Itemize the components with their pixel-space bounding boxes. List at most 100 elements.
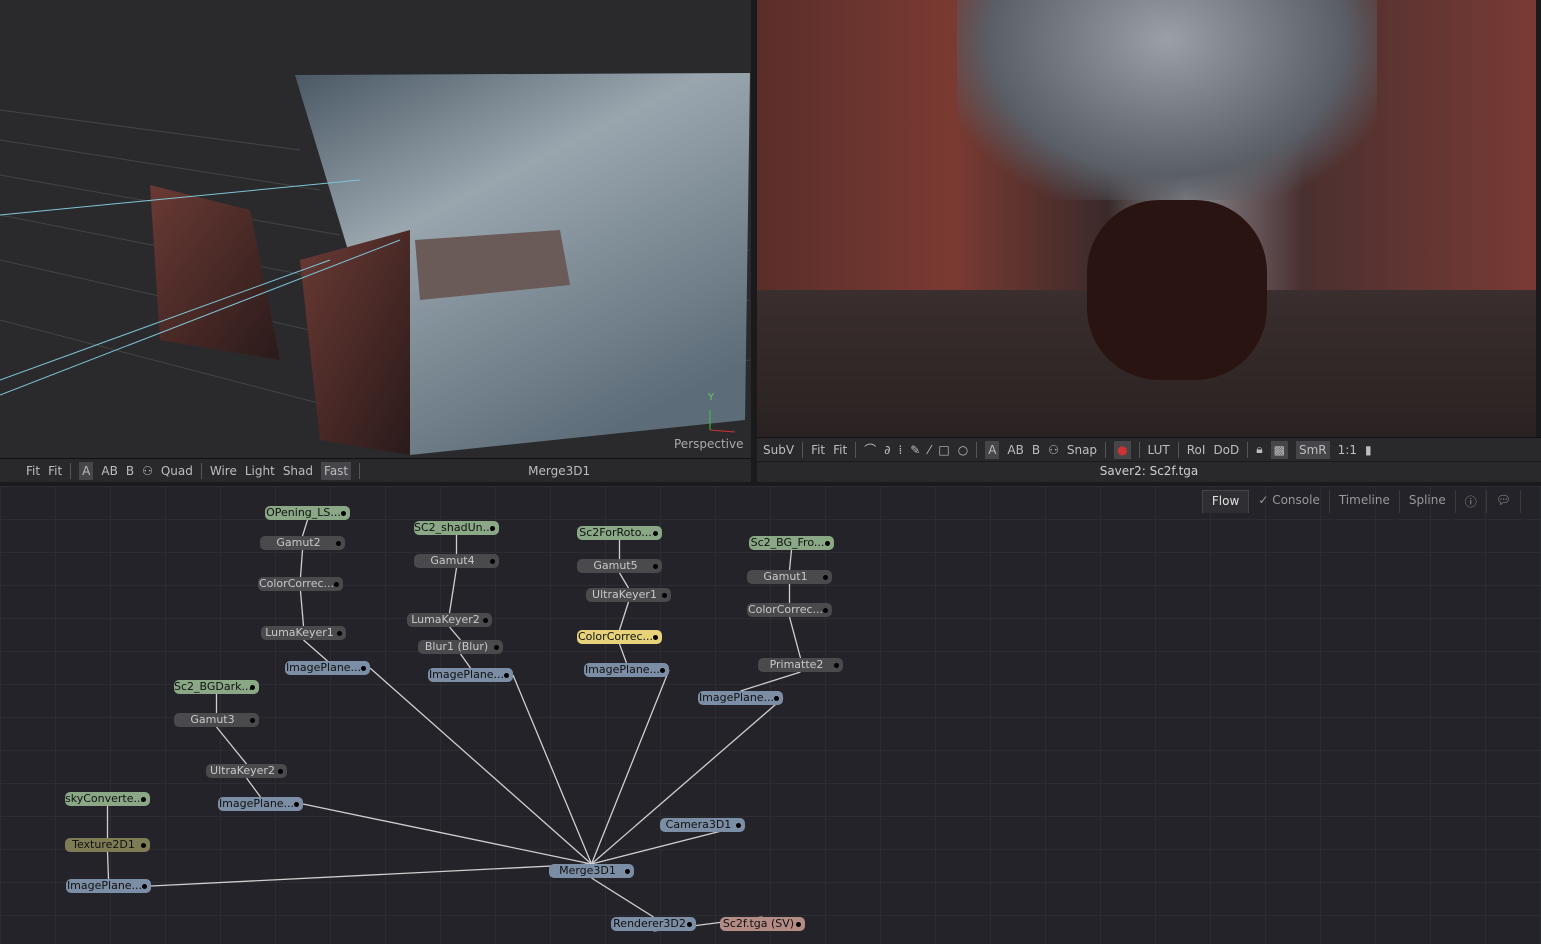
- connection-wire[interactable]: [150, 863, 592, 887]
- wire-button[interactable]: Wire: [210, 464, 237, 478]
- shadow-button[interactable]: Shad: [283, 464, 313, 478]
- flow-node[interactable]: ImagePlane...: [218, 797, 303, 811]
- connection-wire[interactable]: [106, 851, 110, 880]
- stereo-glasses-icon[interactable]: ⚇: [142, 464, 153, 478]
- connection-wire[interactable]: [788, 549, 793, 571]
- fit-button[interactable]: Fit: [48, 464, 62, 478]
- smr-button[interactable]: SmR: [1296, 440, 1330, 459]
- flow-node[interactable]: Sc2ForRoto...: [577, 526, 662, 540]
- channel-b-button[interactable]: B: [1032, 443, 1040, 457]
- fit-button[interactable]: Fit: [833, 443, 847, 457]
- connection-wire[interactable]: [302, 803, 592, 865]
- paint-icon[interactable]: ✎: [910, 443, 920, 457]
- histogram-icon[interactable]: ▮: [1365, 443, 1372, 457]
- connection-wire[interactable]: [301, 519, 309, 537]
- axis-y-label: Y: [708, 392, 715, 403]
- flow-node[interactable]: UltraKeyer2: [206, 764, 287, 778]
- connection-wire[interactable]: [618, 572, 630, 589]
- flow-node[interactable]: UltraKeyer1: [586, 588, 671, 602]
- flow-node[interactable]: ImagePlane...: [584, 663, 669, 677]
- quad-button[interactable]: Quad: [161, 464, 193, 478]
- sky-region: [957, 0, 1377, 200]
- flow-node[interactable]: Primatte2: [758, 658, 843, 672]
- checker-icon[interactable]: ▩: [1270, 440, 1288, 459]
- channel-ab-button[interactable]: AB: [101, 464, 117, 478]
- connection-wire[interactable]: [788, 616, 802, 659]
- connection-wire[interactable]: [618, 601, 630, 631]
- connection-wire[interactable]: [245, 777, 262, 798]
- flow-node[interactable]: ColorCorrec...: [577, 630, 662, 644]
- flow-node[interactable]: Texture2D1: [65, 838, 150, 852]
- flow-node[interactable]: ColorCorrec...: [258, 577, 343, 591]
- flow-node[interactable]: SC2_shadUn...: [414, 521, 499, 535]
- fit-button[interactable]: Fit: [811, 443, 825, 457]
- polyline-icon[interactable]: ⌒: [864, 441, 876, 458]
- flow-node[interactable]: Camera3D1: [660, 818, 745, 832]
- flow-node[interactable]: Gamut3: [174, 713, 259, 727]
- grid-icon[interactable]: ⁞: [898, 443, 902, 457]
- roi-button[interactable]: RoI: [1187, 443, 1206, 457]
- flow-node[interactable]: Gamut4: [414, 554, 499, 568]
- channel-ab-button[interactable]: AB: [1007, 443, 1023, 457]
- flow-node[interactable]: LumaKeyer1: [261, 626, 346, 640]
- channel-a-button[interactable]: A: [985, 440, 1000, 459]
- ellipse-icon[interactable]: ○: [958, 443, 968, 457]
- flow-node[interactable]: Blur1 (Blur): [418, 640, 503, 654]
- viewer-3d-merge3d1[interactable]: Y Perspective: [0, 0, 751, 458]
- flow-node[interactable]: Sc2_BGDark...: [174, 680, 259, 694]
- connection-wire[interactable]: [215, 726, 248, 765]
- connection-wire[interactable]: [590, 669, 670, 865]
- color-channels-icon[interactable]: ●: [1114, 440, 1131, 459]
- flow-node[interactable]: Merge3D1: [549, 864, 634, 878]
- flow-node[interactable]: ImagePlane...: [285, 661, 370, 675]
- rectangle-icon[interactable]: □: [938, 443, 949, 457]
- flow-editor[interactable]: Flow ✓ Console Timeline Spline ⓘ 💬︎ OPen…: [0, 486, 1541, 944]
- flow-node[interactable]: Sc2_BG_Fro...: [749, 536, 834, 550]
- channel-b-button[interactable]: B: [126, 464, 134, 478]
- snap-button[interactable]: Snap: [1067, 443, 1097, 457]
- connection-wire[interactable]: [591, 877, 654, 918]
- connection-wire[interactable]: [369, 667, 592, 865]
- connection-wire[interactable]: [740, 671, 801, 692]
- flow-node[interactable]: Renderer3D2: [611, 917, 696, 931]
- perspective-label[interactable]: Perspective: [674, 437, 744, 451]
- viewer-right-toolbar: SubV Fit Fit ⌒ ∂ ⁞ ✎ ⁄ □ ○ A AB B ⚇ Snap ● …: [757, 437, 1541, 461]
- connection-wire[interactable]: [303, 639, 328, 662]
- scale-1-1-button[interactable]: 1:1: [1338, 443, 1357, 457]
- flow-node[interactable]: ImagePlane...: [428, 668, 513, 682]
- rock-image-plane: [150, 185, 280, 360]
- lut-button[interactable]: LUT: [1148, 443, 1170, 457]
- viewer-title: Saver2: Sc2f.tga: [757, 462, 1541, 482]
- flow-node[interactable]: ImagePlane...: [698, 691, 783, 705]
- viewer-2d-saver2[interactable]: [757, 0, 1536, 437]
- flow-node[interactable]: Sc2f.tga (SV): [720, 917, 805, 931]
- dod-button[interactable]: DoD: [1213, 443, 1239, 457]
- connection-wire[interactable]: [512, 674, 593, 865]
- flow-node[interactable]: Gamut5: [577, 559, 662, 573]
- wand-icon[interactable]: ⁄: [928, 443, 930, 457]
- connection-wire[interactable]: [448, 567, 458, 614]
- connection-wire[interactable]: [299, 549, 304, 578]
- flow-node[interactable]: Gamut1: [747, 570, 832, 584]
- flow-node[interactable]: Gamut2: [260, 536, 345, 550]
- connection-wire[interactable]: [299, 590, 305, 627]
- flow-node[interactable]: skyConverte...: [65, 792, 150, 806]
- 3d-scene: [0, 73, 751, 455]
- fit-button[interactable]: Fit: [26, 464, 40, 478]
- bspline-icon[interactable]: ∂: [884, 443, 890, 457]
- connection-wire[interactable]: [449, 626, 461, 641]
- lock-icon[interactable]: 🔒︎: [1256, 442, 1262, 457]
- subview-button[interactable]: SubV: [763, 443, 794, 457]
- light-button[interactable]: Light: [245, 464, 275, 478]
- viewer-left-toolbar: Fit Fit A AB B ⚇ Quad Wire Light Shad Fa…: [0, 458, 751, 482]
- fast-button[interactable]: Fast: [321, 461, 352, 480]
- connection-wire[interactable]: [618, 643, 628, 664]
- connection-wire[interactable]: [459, 653, 472, 669]
- creature: [1087, 200, 1267, 380]
- channel-a-button[interactable]: A: [79, 461, 94, 480]
- flow-node[interactable]: LumaKeyer2: [407, 613, 492, 627]
- flow-node[interactable]: OPening_LS...: [265, 506, 350, 520]
- flow-node[interactable]: ColorCorrec...: [747, 603, 832, 617]
- flow-node[interactable]: ImagePlane...: [66, 879, 151, 893]
- stereo-glasses-icon[interactable]: ⚇: [1048, 443, 1059, 457]
